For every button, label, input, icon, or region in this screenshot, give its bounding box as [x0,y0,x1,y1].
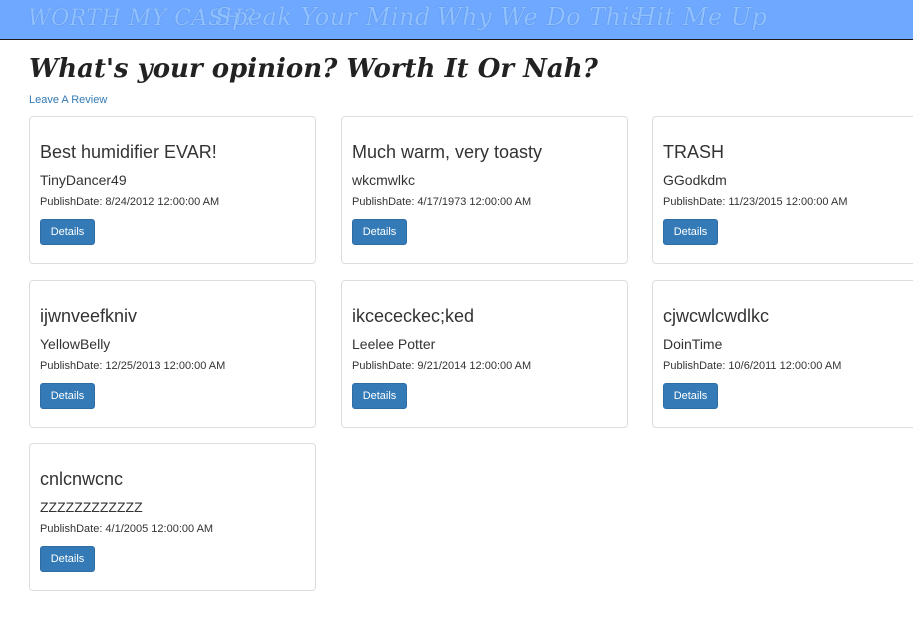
review-author: Leelee Potter [352,336,436,352]
review-card: ijwnveefkniv YellowBelly PublishDate: 12… [29,280,316,428]
review-title: Best humidifier EVAR! [40,142,217,162]
review-card: cjwcwlcwdlkc DoinTime PublishDate: 10/6/… [652,280,913,428]
details-button[interactable]: Details [40,546,95,572]
review-publish-date: PublishDate: 11/23/2015 12:00:00 AM [663,196,848,208]
page-title: What's your opinion? Worth It Or Nah? [29,54,598,84]
review-card: cnlcnwcnc ZZZZZZZZZZZZ PublishDate: 4/1/… [29,443,316,591]
review-publish-date: PublishDate: 4/1/2005 12:00:00 AM [40,523,214,535]
review-card: TRASH GGodkdm PublishDate: 11/23/2015 12… [652,116,913,264]
details-button[interactable]: Details [352,383,407,409]
review-author: wkcmwlkc [352,172,415,188]
review-author: TinyDancer49 [40,172,127,188]
details-button[interactable]: Details [40,383,95,409]
details-button[interactable]: Details [663,383,718,409]
review-publish-date: PublishDate: 4/17/1973 12:00:00 AM [352,196,532,208]
nav-link-speak-your-mind[interactable]: Speak Your Mind [215,3,431,31]
review-card: Best humidifier EVAR! TinyDancer49 Publi… [29,116,316,264]
review-publish-date: PublishDate: 12/25/2013 12:00:00 AM [40,360,226,372]
nav-link-hit-me-up[interactable]: Hit Me Up [635,3,767,31]
review-author: ZZZZZZZZZZZZ [40,499,143,515]
nav-link-why-we-do-this[interactable]: Why We Do This [437,3,643,31]
leave-review-link[interactable]: Leave A Review [29,94,107,106]
review-title: Much warm, very toasty [352,142,543,162]
review-publish-date: PublishDate: 10/6/2011 12:00:00 AM [663,360,842,372]
review-title: TRASH [663,142,725,162]
top-navbar: WORTH MY CASH? Speak Your Mind Why We Do… [0,0,913,40]
review-author: YellowBelly [40,336,111,352]
review-title: cjwcwlcwdlkc [663,306,770,326]
review-card: ikcececkec;ked Leelee Potter PublishDate… [341,280,628,428]
review-title: cnlcnwcnc [40,469,124,489]
details-button[interactable]: Details [40,219,95,245]
review-title: ikcececkec;ked [352,306,475,326]
review-title: ijwnveefkniv [40,306,138,326]
review-publish-date: PublishDate: 9/21/2014 12:00:00 AM [352,360,532,372]
details-button[interactable]: Details [663,219,718,245]
review-author: GGodkdm [663,172,727,188]
review-card: Much warm, very toasty wkcmwlkc PublishD… [341,116,628,264]
review-author: DoinTime [663,336,723,352]
review-publish-date: PublishDate: 8/24/2012 12:00:00 AM [40,196,220,208]
details-button[interactable]: Details [352,219,407,245]
